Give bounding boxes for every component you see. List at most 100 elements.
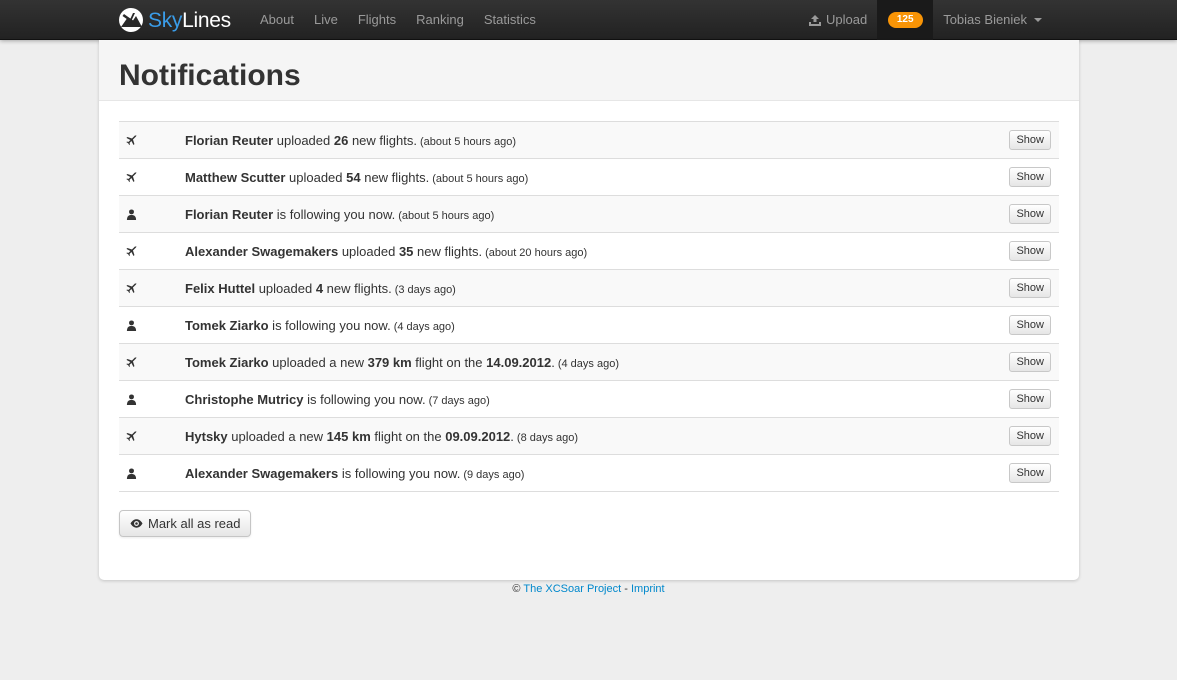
show-button[interactable]: Show — [1009, 130, 1051, 150]
notification-row: Tomek Ziarko uploaded a new 379 km fligh… — [119, 343, 1059, 381]
nav-item-live[interactable]: Live — [304, 0, 348, 40]
notification-row: Florian Reuter is following you now. (abo… — [119, 195, 1059, 233]
notification-message: Alexander Swagemakers is following you n… — [185, 455, 999, 492]
plane-icon — [126, 134, 137, 145]
notification-user[interactable]: Felix Huttel — [185, 281, 255, 296]
notification-user[interactable]: Hytsky — [185, 429, 228, 444]
show-button[interactable]: Show — [1009, 389, 1051, 409]
upload-button[interactable]: Upload — [799, 0, 877, 40]
notification-action-cell: Show — [999, 455, 1059, 492]
notification-text: uploaded — [255, 280, 316, 296]
notification-text: new flights. — [360, 169, 430, 185]
user-icon — [126, 208, 137, 220]
notification-text: flight on the — [411, 354, 487, 370]
notification-icon-cell — [119, 381, 185, 418]
notification-time: (9 days ago) — [463, 468, 525, 481]
notification-time: (4 days ago) — [393, 320, 455, 333]
user-icon — [126, 393, 137, 405]
notification-icon-cell — [119, 270, 185, 307]
notification-value: 54 — [346, 169, 361, 185]
notification-icon-cell — [119, 455, 185, 492]
notification-value: 4 — [315, 280, 324, 296]
notification-row: Florian Reuter uploaded 26 new flights.(… — [119, 121, 1059, 159]
notification-text: uploaded a new — [268, 354, 368, 370]
show-button[interactable]: Show — [1009, 426, 1051, 446]
notification-text: . — [510, 428, 514, 444]
notification-text: new flights. — [413, 243, 483, 259]
plane-icon — [126, 282, 137, 293]
notifications-badge-link[interactable]: 125 — [877, 0, 934, 40]
notification-row: Felix Huttel uploaded 4 new flights. (3 d… — [119, 269, 1059, 307]
main-nav: About Live Flights Ranking Statistics — [250, 0, 546, 40]
notification-user[interactable]: Florian Reuter — [185, 207, 273, 222]
notification-value: 379 km — [367, 354, 412, 370]
notification-text: uploaded — [285, 169, 347, 185]
notification-user[interactable]: Florian Reuter — [185, 133, 273, 148]
show-button[interactable]: Show — [1009, 463, 1051, 483]
notification-row: Matthew Scutter uploaded 54 new flights.… — [119, 158, 1059, 196]
page-title: Notifications — [119, 59, 301, 92]
main-content: Notifications Florian Reuter uploaded 26… — [99, 40, 1079, 580]
notification-time: (about 5 hours ago) — [419, 135, 516, 148]
xcsoar-project-link[interactable]: The XCSoar Project — [523, 583, 621, 595]
plane-icon — [126, 171, 137, 182]
notification-action-cell: Show — [999, 233, 1059, 270]
mark-all-read-button[interactable]: Mark all as read — [119, 510, 252, 537]
skylines-logo-icon — [119, 8, 143, 32]
notification-row: Tomek Ziarko is following you now. (4 day… — [119, 306, 1059, 344]
imprint-link[interactable]: Imprint — [631, 583, 665, 595]
notification-icon-cell — [119, 233, 185, 270]
notification-action-cell: Show — [999, 344, 1059, 381]
nav-item-ranking[interactable]: Ranking — [406, 0, 474, 40]
upload-label: Upload — [826, 12, 868, 27]
show-button[interactable]: Show — [1009, 352, 1051, 372]
mark-all-read-label: Mark all as read — [148, 516, 241, 531]
notification-time: (about 5 hours ago) — [398, 209, 495, 222]
notification-user[interactable]: Alexander Swagemakers — [185, 244, 338, 259]
notification-action-cell: Show — [999, 270, 1059, 307]
brand-name-lines: Lines — [182, 8, 231, 32]
notification-date: 09.09.2012 — [445, 428, 511, 444]
notification-icon-cell — [119, 418, 185, 455]
user-menu-dropdown[interactable]: Tobias Bieniek — [933, 0, 1052, 40]
notification-text: flight on the — [370, 428, 446, 444]
top-navbar: SkyLines About Live Flights Ranking Stat… — [0, 0, 1177, 40]
notification-message: Felix Huttel uploaded 4 new flights. (3 d… — [185, 270, 999, 307]
notification-user[interactable]: Tomek Ziarko — [185, 355, 269, 370]
user-icon — [126, 467, 137, 479]
notification-icon-cell — [119, 344, 185, 381]
notification-action-cell: Show — [999, 307, 1059, 344]
notification-user[interactable]: Alexander Swagemakers — [185, 466, 338, 481]
notification-icon-cell — [119, 196, 185, 233]
notification-count-badge: 125 — [887, 12, 923, 28]
nav-item-flights[interactable]: Flights — [348, 0, 406, 40]
notification-text: is following you now. — [303, 391, 426, 407]
notification-message: Hytsky uploaded a new 145 km flight on t… — [185, 418, 999, 455]
nav-item-statistics[interactable]: Statistics — [474, 0, 546, 40]
brand-name-sky: Sky — [148, 8, 183, 32]
nav-item-about[interactable]: About — [250, 0, 304, 40]
show-button[interactable]: Show — [1009, 315, 1051, 335]
notification-message: Florian Reuter uploaded 26 new flights.(… — [185, 122, 999, 159]
notification-time: (about 5 hours ago) — [432, 172, 529, 185]
plane-icon — [126, 245, 137, 256]
notification-action-cell: Show — [999, 381, 1059, 418]
eye-icon — [130, 519, 143, 528]
notification-icon-cell — [119, 122, 185, 159]
user-icon — [126, 319, 137, 331]
notification-user[interactable]: Matthew Scutter — [185, 170, 285, 185]
notification-message: Alexander Swagemakers uploaded 35 new fl… — [185, 233, 999, 270]
notification-user[interactable]: Tomek Ziarko — [185, 318, 269, 333]
notification-message: Florian Reuter is following you now. (abo… — [185, 196, 999, 233]
page-header: Notifications — [99, 40, 1079, 101]
show-button[interactable]: Show — [1009, 278, 1051, 298]
show-button[interactable]: Show — [1009, 204, 1051, 224]
notification-user[interactable]: Christophe Mutricy — [185, 392, 303, 407]
notification-text: uploaded — [273, 132, 334, 148]
notification-time: (3 days ago) — [394, 283, 456, 296]
show-button[interactable]: Show — [1009, 241, 1051, 261]
show-button[interactable]: Show — [1009, 167, 1051, 187]
footer: © The XCSoar Project - Imprint — [0, 583, 1177, 595]
brand-logo-link[interactable]: SkyLines — [118, 5, 231, 35]
notification-time: (7 days ago) — [428, 394, 490, 407]
